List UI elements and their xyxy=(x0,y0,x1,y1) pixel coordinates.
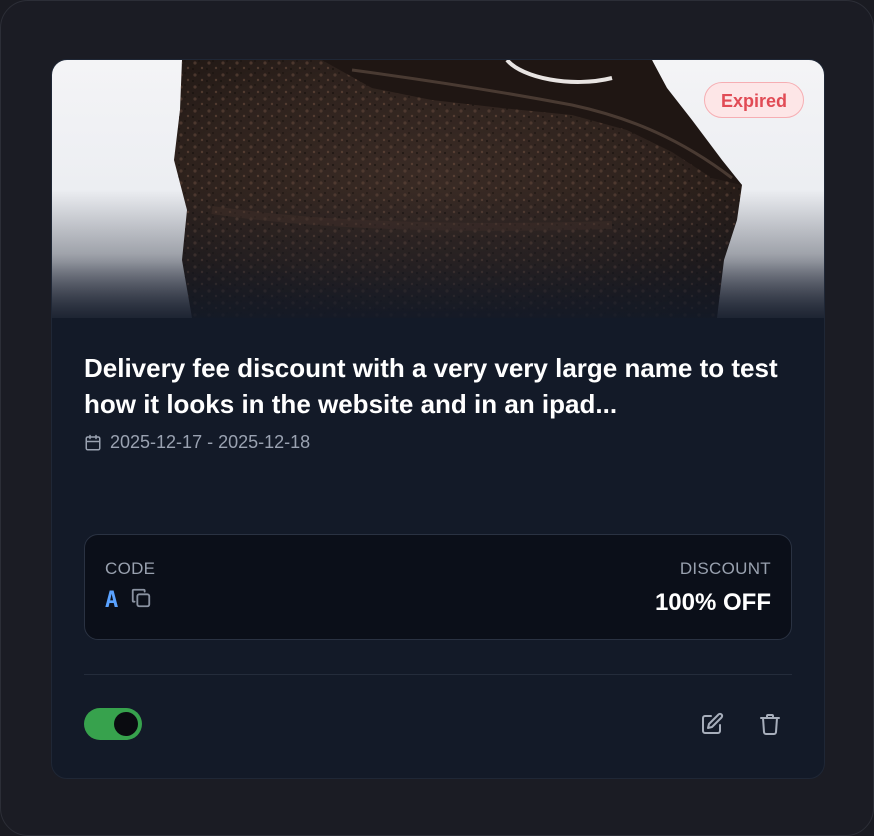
edit-icon[interactable] xyxy=(698,710,726,738)
toggle-knob xyxy=(114,712,138,736)
coupon-card: Expired Delivery fee discount with a ver… xyxy=(51,59,825,779)
active-toggle[interactable] xyxy=(84,708,142,740)
discount-label: DISCOUNT xyxy=(679,559,771,578)
coupon-title: Delivery fee discount with a very very l… xyxy=(84,353,778,419)
code-row: A xyxy=(105,587,152,614)
coupon-image: Expired xyxy=(52,60,824,318)
coupon-date-range: 2025-12-17 - 2025-12-18 xyxy=(84,432,310,453)
code-panel: CODE A DISCOUNT 100% OFF xyxy=(84,534,792,640)
image-fade xyxy=(52,190,824,318)
code-label: CODE xyxy=(105,559,156,578)
app-frame: Expired Delivery fee discount with a ver… xyxy=(0,0,874,836)
coupon-code: A xyxy=(105,588,119,613)
trash-icon[interactable] xyxy=(756,710,784,738)
divider xyxy=(84,674,792,675)
date-range-text: 2025-12-17 - 2025-12-18 xyxy=(110,432,311,452)
calendar-icon xyxy=(84,434,102,452)
discount-value: 100% OFF xyxy=(654,589,771,616)
card-actions xyxy=(698,710,784,738)
status-badge: Expired xyxy=(703,82,804,118)
copy-icon[interactable] xyxy=(130,587,152,614)
